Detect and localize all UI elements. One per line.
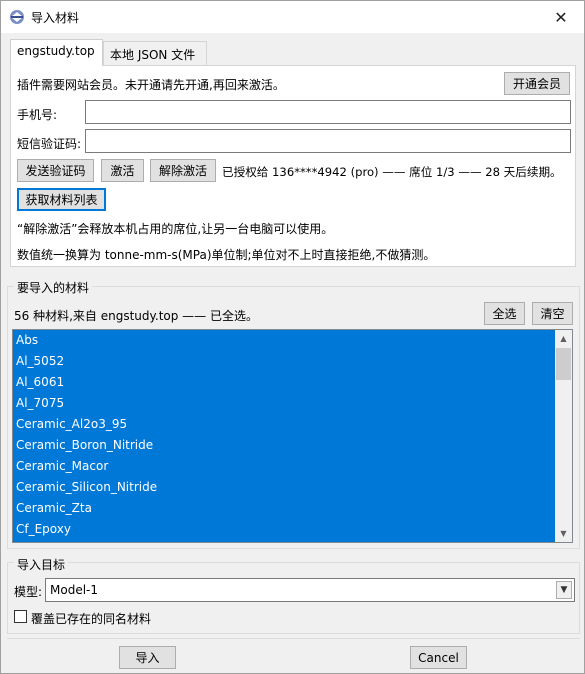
phone-label: 手机号: [17, 108, 58, 122]
scroll-down-icon[interactable]: ▼ [555, 525, 572, 542]
materials-list-items: Abs Al_5052 Al_6061 Al_7075 Ceramic_Al2o… [13, 330, 557, 542]
materials-summary: 56 种材料,来自 engstudy.top —— 已全选。 [14, 309, 258, 323]
send-code-button[interactable]: 发送验证码 [17, 159, 94, 182]
import-button[interactable]: 导入 [119, 646, 176, 669]
list-item[interactable]: Al_6061 [13, 372, 557, 393]
sms-code-label: 短信验证码: [17, 137, 82, 151]
engstudy-tab-panel: 插件需要网站会员。未开通请先开通,再回来激活。 开通会员 手机号: 短信验证码:… [10, 65, 576, 267]
list-item[interactable]: Cf_Epoxy [13, 519, 557, 540]
model-select-value: Model-1 [50, 583, 98, 597]
auth-status-text: 已授权给 136****4942 (pro) —— 席位 1/3 —— 28 天… [222, 165, 562, 179]
list-item[interactable]: Al_7075 [13, 393, 557, 414]
sms-code-input[interactable] [85, 129, 571, 153]
scroll-thumb[interactable] [556, 348, 571, 380]
footer-divider [7, 638, 580, 639]
membership-notice: 插件需要网站会员。未开通请先开通,再回来激活。 [17, 78, 285, 92]
overwrite-checkbox[interactable] [14, 610, 27, 623]
clear-button[interactable]: 清空 [532, 302, 573, 325]
activate-button[interactable]: 激活 [101, 159, 144, 182]
window-title: 导入材料 [31, 11, 80, 25]
overwrite-label: 覆盖已存在的同名材料 [31, 612, 152, 626]
cancel-button[interactable]: Cancel [410, 646, 467, 669]
abaqus-app-icon [10, 10, 24, 24]
list-item[interactable]: Ceramic_Boron_Nitride [13, 435, 557, 456]
materials-list[interactable]: Abs Al_5052 Al_6061 Al_7075 Ceramic_Al2o… [12, 329, 573, 543]
deactivate-button[interactable]: 解除激活 [150, 159, 216, 182]
fetch-materials-button[interactable]: 获取材料列表 [17, 188, 106, 211]
materials-scrollbar[interactable]: ▲ ▼ [555, 330, 572, 542]
target-group-title: 导入目标 [14, 556, 69, 573]
model-select[interactable]: Model-1 ▼ [45, 578, 575, 602]
list-item[interactable]: Ceramic_Al2o3_95 [13, 414, 557, 435]
scroll-up-icon[interactable]: ▲ [555, 330, 572, 347]
list-item[interactable]: Al_5052 [13, 351, 557, 372]
list-item[interactable]: Ceramic_Macor [13, 456, 557, 477]
tab-local-json[interactable]: 本地 JSON 文件 [103, 41, 207, 65]
open-member-button[interactable]: 开通会员 [504, 72, 570, 95]
release-info-text: “解除激活”会释放本机占用的席位,让另一台电脑可以使用。 [17, 222, 334, 236]
units-info-text: 数值统一换算为 tonne-mm-s(MPa)单位制;单位对不上时直接拒绝,不做… [17, 248, 436, 262]
materials-group-title: 要导入的材料 [14, 279, 93, 296]
list-item[interactable]: Ceramic_Silicon_Nitride [13, 477, 557, 498]
close-icon: ✕ [554, 7, 568, 27]
chevron-down-icon[interactable]: ▼ [556, 581, 572, 599]
model-label: 模型: [14, 585, 43, 599]
list-item[interactable]: Ceramic_Zta [13, 498, 557, 519]
import-materials-dialog: 导入材料 ✕ engstudy.top 本地 JSON 文件 插件需要网站会员。… [0, 0, 585, 674]
close-button[interactable]: ✕ [538, 1, 584, 33]
tab-engstudy[interactable]: engstudy.top [10, 39, 103, 66]
list-item[interactable]: Abs [13, 330, 557, 351]
title-bar: 导入材料 ✕ [1, 1, 584, 33]
phone-input[interactable] [85, 100, 571, 124]
select-all-button[interactable]: 全选 [484, 302, 525, 325]
